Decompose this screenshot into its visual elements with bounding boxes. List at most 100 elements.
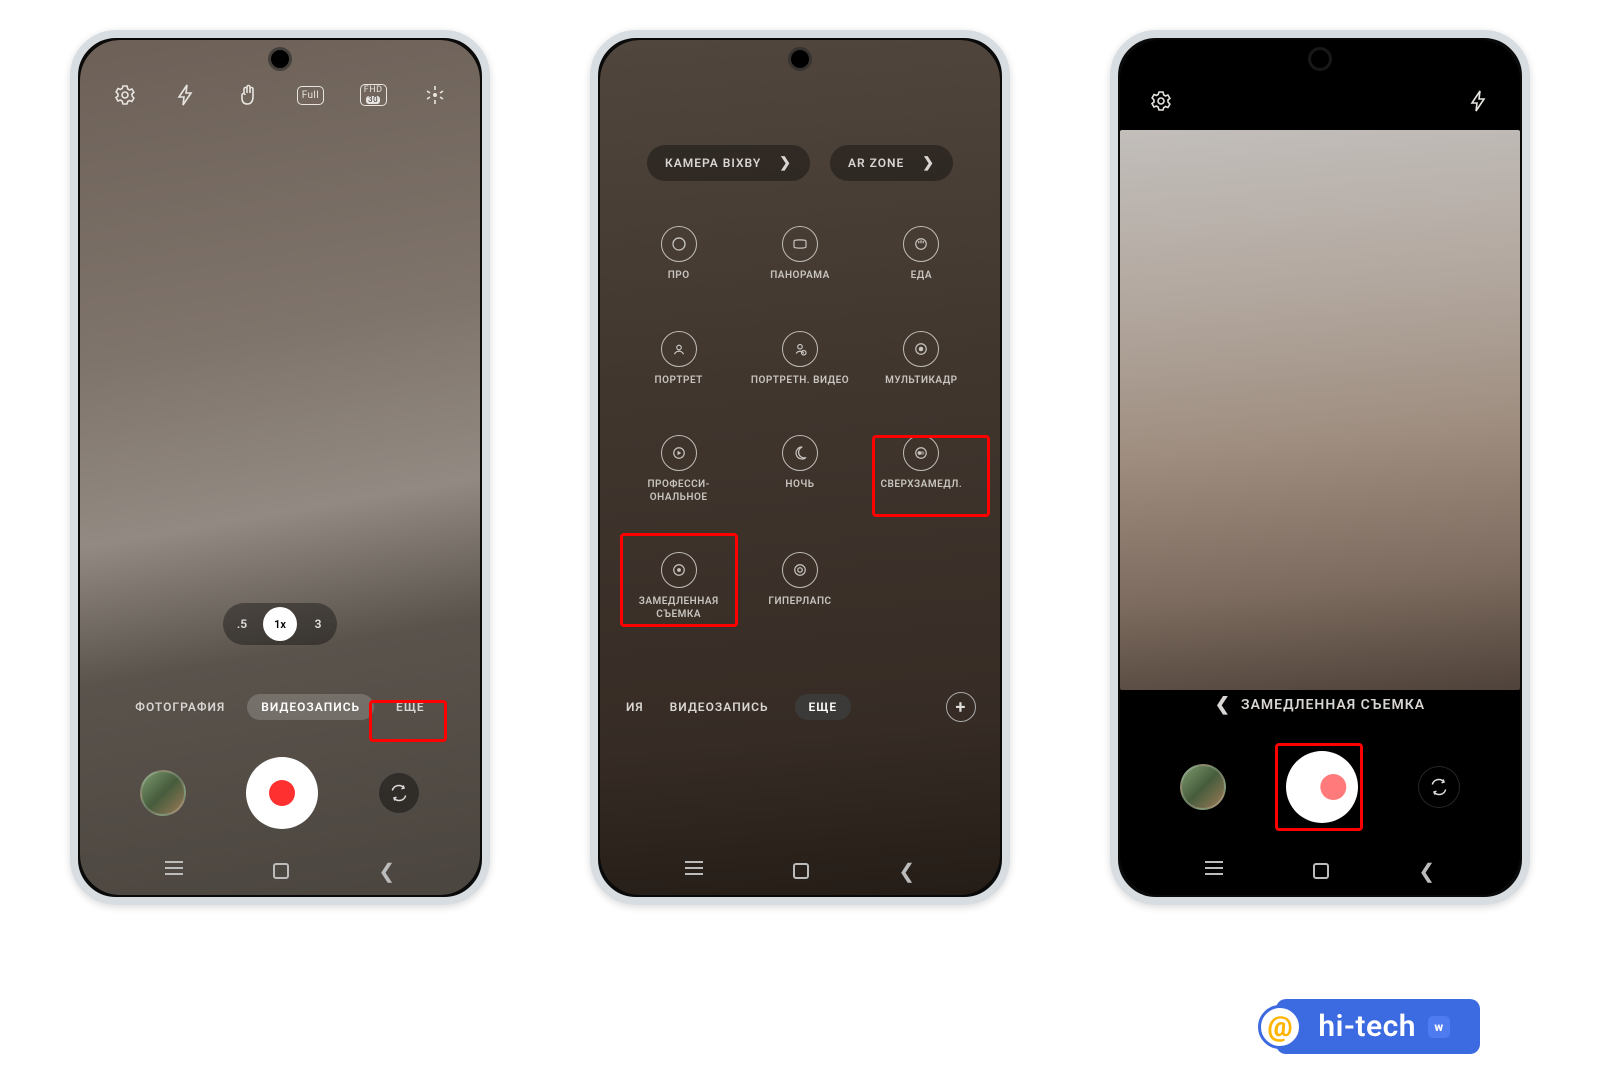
switch-camera-button[interactable] bbox=[1418, 766, 1460, 808]
mode-photo[interactable]: ФОТОГРАФИЯ bbox=[135, 700, 225, 714]
camera-notch bbox=[271, 50, 289, 68]
watermark-badge: @ hi-tech w bbox=[1276, 999, 1480, 1054]
nav-recents-icon[interactable] bbox=[1205, 867, 1223, 875]
mode-video-active[interactable]: ВИДЕОЗАПИСЬ bbox=[247, 694, 374, 720]
fhd-label-top: FHD bbox=[364, 86, 383, 95]
mode-label: МУЛЬТИКАДР bbox=[885, 375, 958, 388]
mode-food[interactable]: ЕДА bbox=[861, 220, 982, 289]
zoom-selector[interactable]: .5 1x 3 bbox=[223, 603, 337, 645]
mode-panorama[interactable]: ПАНОРАМА bbox=[739, 220, 860, 289]
switch-camera-button[interactable] bbox=[378, 772, 420, 814]
nav-recents-icon[interactable] bbox=[685, 867, 703, 875]
pill-bixby[interactable]: КАМЕРА BIXBY ❯ bbox=[647, 145, 810, 181]
chevron-right-icon: ❯ bbox=[779, 155, 792, 171]
mode-pro-video[interactable]: ПРОФЕССИ-ОНАЛЬНОЕ bbox=[618, 429, 739, 510]
aspect-full-label: Full bbox=[302, 90, 319, 101]
mode-slowmo[interactable]: ЗАМЕДЛЕННАЯ СЪЕМКА bbox=[618, 546, 739, 627]
pro-video-icon bbox=[661, 435, 697, 471]
mode-title[interactable]: ❮ ЗАМЕДЛЕННАЯ СЪЕМКА bbox=[1120, 694, 1520, 715]
pill-arzone-label: AR ZONE bbox=[848, 156, 904, 170]
mode-label: СВЕРХЗАМЕДЛ. bbox=[880, 479, 962, 492]
more-top-pills: КАМЕРА BIXBY ❯ AR ZONE ❯ bbox=[600, 145, 1000, 181]
mode-super-slowmo[interactable]: СВЕРХЗАМЕДЛ. bbox=[861, 429, 982, 510]
nav-home-icon[interactable] bbox=[1313, 863, 1329, 879]
shutter-button[interactable] bbox=[246, 757, 318, 829]
record-dot-ghost-icon bbox=[1320, 774, 1346, 800]
watermark-text: hi-tech bbox=[1318, 1009, 1416, 1044]
nav-recents-icon[interactable] bbox=[165, 867, 183, 875]
mode-label: ПОРТРЕТН. ВИДЕО bbox=[751, 375, 849, 388]
nav-back-icon[interactable]: ❮ bbox=[378, 859, 395, 883]
mode-night[interactable]: НОЧЬ bbox=[739, 429, 860, 510]
android-navbar: ❮ bbox=[80, 859, 480, 883]
mode-strip[interactable]: ФОТОГРАФИЯ ВИДЕОЗАПИСЬ ЕЩЕ bbox=[80, 694, 480, 720]
zoom-1x-active[interactable]: 1x bbox=[263, 607, 297, 641]
nav-home-icon[interactable] bbox=[793, 863, 809, 879]
portrait-video-icon bbox=[782, 331, 818, 367]
gallery-thumbnail[interactable] bbox=[140, 770, 186, 816]
mode-portrait[interactable]: ПОРТРЕТ bbox=[618, 325, 739, 394]
camera-top-toolbar: Full FHD 30 bbox=[80, 82, 480, 108]
mode-label: НОЧЬ bbox=[785, 479, 814, 492]
aspect-full-icon[interactable]: Full bbox=[297, 86, 324, 105]
mode-label: ЗАМЕДЛЕННАЯ СЪЕМКА bbox=[620, 596, 737, 621]
mode-label: ЕДА bbox=[911, 270, 932, 283]
shutter-button[interactable] bbox=[1286, 751, 1358, 823]
mode-truncated[interactable]: ИЯ bbox=[626, 700, 644, 714]
mode-more[interactable]: ЕЩЕ bbox=[396, 700, 425, 714]
bottom-controls bbox=[80, 757, 480, 829]
mode-slowmo-title: ЗАМЕДЛЕННАЯ СЪЕМКА bbox=[1241, 697, 1425, 713]
mode-hyperlapse[interactable]: ГИПЕРЛАПС bbox=[739, 546, 860, 627]
camera-notch bbox=[791, 50, 809, 68]
android-navbar: ❮ bbox=[1120, 859, 1520, 883]
hyperlapse-icon bbox=[782, 552, 818, 588]
night-icon bbox=[782, 435, 818, 471]
chevron-left-icon[interactable]: ❮ bbox=[1215, 694, 1231, 715]
super-slowmo-icon bbox=[903, 435, 939, 471]
phone-screenshot-2: КАМЕРА BIXBY ❯ AR ZONE ❯ ПРО ПАНОРАМА ЕД… bbox=[590, 30, 1010, 905]
mode-video[interactable]: ВИДЕОЗАПИСЬ bbox=[670, 700, 769, 714]
gallery-thumbnail[interactable] bbox=[1180, 764, 1226, 810]
camera-top-toolbar bbox=[1120, 88, 1520, 114]
resolution-fhd30-icon[interactable]: FHD 30 bbox=[360, 84, 387, 106]
nav-home-icon[interactable] bbox=[273, 863, 289, 879]
phone-screenshot-1: Full FHD 30 .5 1x 3 ФОТОГРАФИЯ ВИДЕОЗАПИ… bbox=[70, 30, 490, 905]
at-icon: @ bbox=[1258, 1005, 1302, 1049]
settings-icon[interactable] bbox=[112, 82, 138, 108]
mode-label: ПАНОРАМА bbox=[770, 270, 830, 283]
mode-label: ПОРТРЕТ bbox=[654, 375, 702, 388]
zoom-3[interactable]: 3 bbox=[303, 617, 333, 631]
pill-bixby-label: КАМЕРА BIXBY bbox=[665, 156, 761, 170]
mode-label: ПРО bbox=[668, 270, 690, 283]
filters-icon[interactable] bbox=[422, 82, 448, 108]
phone-screenshot-3: ❮ ЗАМЕДЛЕННАЯ СЪЕМКА ❮ bbox=[1110, 30, 1530, 905]
mode-label: ГИПЕРЛАПС bbox=[768, 596, 831, 609]
palm-gesture-icon[interactable] bbox=[235, 82, 261, 108]
pill-arzone[interactable]: AR ZONE ❯ bbox=[830, 145, 953, 181]
android-navbar: ❮ bbox=[600, 859, 1000, 883]
portrait-icon bbox=[661, 331, 697, 367]
nav-back-icon[interactable]: ❮ bbox=[1418, 859, 1435, 883]
vk-icon: w bbox=[1428, 1016, 1450, 1038]
fhd-label-bottom: 30 bbox=[366, 96, 380, 104]
pro-icon bbox=[661, 226, 697, 262]
mode-more-active[interactable]: ЕЩЕ bbox=[795, 694, 852, 720]
bottom-controls bbox=[1120, 751, 1520, 823]
camera-notch bbox=[1311, 50, 1329, 68]
flash-icon[interactable] bbox=[173, 82, 199, 108]
mode-strip[interactable]: ИЯ ВИДЕОЗАПИСЬ ЕЩЕ + bbox=[600, 694, 1000, 720]
panorama-icon bbox=[782, 226, 818, 262]
mode-portrait-video[interactable]: ПОРТРЕТН. ВИДЕО bbox=[739, 325, 860, 394]
mode-pro[interactable]: ПРО bbox=[618, 220, 739, 289]
add-mode-button[interactable]: + bbox=[946, 692, 976, 722]
zoom-0-5[interactable]: .5 bbox=[227, 617, 257, 631]
slowmo-icon bbox=[661, 552, 697, 588]
chevron-right-icon: ❯ bbox=[922, 155, 935, 171]
nav-back-icon[interactable]: ❮ bbox=[898, 859, 915, 883]
flash-icon[interactable] bbox=[1466, 88, 1492, 114]
settings-icon[interactable] bbox=[1148, 88, 1174, 114]
camera-viewfinder bbox=[1120, 130, 1520, 690]
multiframe-icon bbox=[903, 331, 939, 367]
mode-multiframe[interactable]: МУЛЬТИКАДР bbox=[861, 325, 982, 394]
more-modes-grid: ПРО ПАНОРАМА ЕДА ПОРТРЕТ ПОРТРЕТН. ВИДЕО… bbox=[600, 220, 1000, 627]
